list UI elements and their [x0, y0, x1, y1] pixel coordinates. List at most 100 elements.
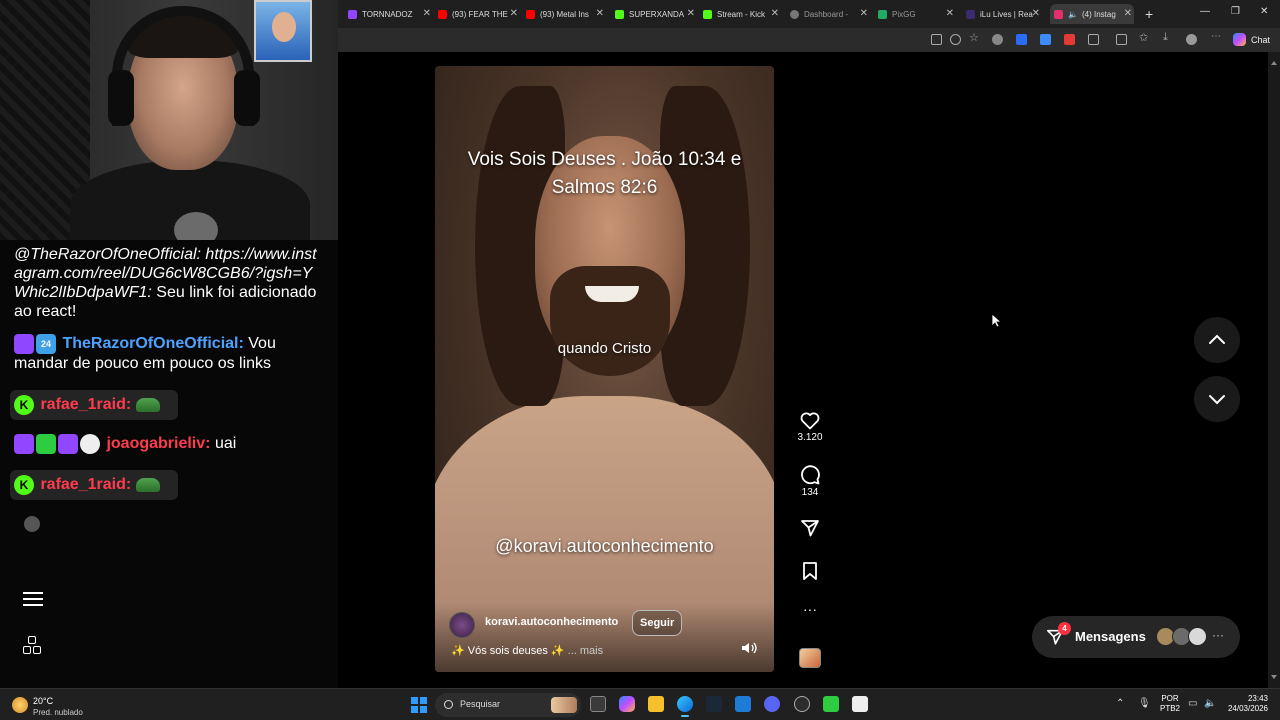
close-window-icon[interactable]: ✕	[1260, 6, 1268, 17]
favorites-icon[interactable]: ✩	[1139, 31, 1150, 44]
extension-icon[interactable]	[992, 34, 1003, 45]
bitwarden-icon[interactable]	[1016, 34, 1027, 45]
wall-poster	[254, 0, 312, 62]
comment-icon[interactable]	[800, 465, 820, 485]
notepad-icon[interactable]	[852, 696, 868, 712]
more-options-icon[interactable]: ⋯	[1211, 31, 1222, 42]
next-reel-button[interactable]	[1194, 376, 1240, 422]
screen: @TheRazorOfOneOfficial: https://www.inst…	[0, 0, 1280, 720]
browser-tab[interactable]: TORNNADOZ ✕	[348, 4, 433, 24]
browser-tab[interactable]: Stream - Kick ✕	[703, 4, 781, 24]
audio-thumbnail[interactable]	[799, 648, 821, 668]
browser-tab[interactable]: (93) FEAR THE ✕	[438, 4, 520, 24]
volume-icon[interactable]	[741, 641, 757, 655]
obs-icon[interactable]	[794, 696, 810, 712]
more-options-icon[interactable]: ···	[790, 602, 830, 616]
browser-tab-active[interactable]: 🔈 (4) Instag ✕	[1050, 4, 1134, 24]
browser-tab[interactable]: Dashboard - ✕	[790, 4, 870, 24]
task-view-icon[interactable]	[590, 696, 606, 712]
messages-button[interactable]: 4 Mensagens ···	[1032, 616, 1240, 658]
chat-avatar-icon	[24, 516, 40, 532]
copilot-chat-button[interactable]: Chat	[1233, 33, 1270, 46]
extensions-puzzle-icon[interactable]	[1088, 34, 1099, 45]
chat-username[interactable]: rafae_1raid:	[40, 476, 131, 493]
more-link[interactable]: ... mais	[568, 645, 603, 657]
profile-avatar-icon[interactable]	[1186, 34, 1197, 45]
microphone-tray-icon[interactable]: 🎙	[1138, 698, 1151, 709]
hamburger-menu-icon[interactable]	[23, 588, 43, 608]
close-tab-icon[interactable]: ✕	[687, 8, 695, 19]
close-tab-icon[interactable]: ✕	[1032, 8, 1040, 19]
weather-temperature: 20°C	[33, 696, 54, 706]
previous-reel-button[interactable]	[1194, 317, 1240, 363]
tab-label: (4) Instag	[1081, 9, 1116, 19]
browser-tab[interactable]: iLu Lives | Rea ✕	[966, 4, 1042, 24]
search-highlight-image	[551, 697, 577, 713]
follow-button[interactable]: Seguir	[632, 610, 683, 636]
pixgg-favicon-icon	[878, 9, 887, 19]
translate-icon[interactable]	[1040, 34, 1051, 45]
reel-author-avatar[interactable]	[449, 612, 475, 638]
heart-icon[interactable]	[800, 412, 820, 430]
download-icon[interactable]: ⤓	[1163, 31, 1174, 43]
windows-start-icon[interactable]	[411, 697, 427, 713]
share-action[interactable]	[790, 518, 830, 538]
video-smile	[585, 286, 639, 302]
youtube-favicon-icon	[438, 9, 447, 19]
share-send-icon[interactable]	[800, 518, 820, 538]
twitch-favicon-icon	[348, 9, 357, 19]
browser-tab[interactable]: SUPERXANDA ✕	[615, 4, 697, 24]
like-action[interactable]: 3.120	[790, 412, 830, 443]
headset-ear-right	[234, 70, 260, 126]
store-icon[interactable]	[735, 696, 751, 712]
chat-username[interactable]: rafae_1raid:	[40, 396, 131, 413]
maximize-icon[interactable]: ❐	[1231, 6, 1240, 17]
app-green-icon[interactable]	[823, 696, 839, 712]
comment-action[interactable]: 134	[790, 465, 830, 498]
reel-author-username[interactable]: koravi.autoconhecimento	[485, 616, 618, 628]
ilu-favicon-icon	[966, 9, 975, 19]
close-tab-icon[interactable]: ✕	[510, 8, 518, 19]
page-scrollbar[interactable]	[1268, 52, 1280, 688]
reel-video[interactable]: Vois Sois Deuses . João 10:34 e Salmos 8…	[435, 66, 774, 672]
browser-tab[interactable]: PixGG ✕	[878, 4, 956, 24]
chevron-up-tray-icon[interactable]: ⌃	[1116, 698, 1124, 709]
favorite-star-icon[interactable]: ☆	[969, 31, 980, 44]
weather-cloudy-icon	[12, 697, 28, 713]
bookmark-icon[interactable]	[801, 561, 819, 581]
minimize-icon[interactable]: —	[1200, 6, 1210, 17]
close-tab-icon[interactable]: ✕	[771, 8, 779, 19]
close-tab-icon[interactable]: ✕	[946, 8, 954, 19]
mouse-cursor-icon	[991, 313, 1001, 328]
close-tab-icon[interactable]: ✕	[423, 8, 431, 19]
browser-tab[interactable]: (93) Metal Ins ✕	[526, 4, 606, 24]
apps-grid-icon[interactable]	[23, 636, 43, 656]
network-icon[interactable]: ▭	[1188, 698, 1197, 709]
zoom-icon[interactable]	[950, 34, 961, 45]
chat-message-2: 24 TheRazorOfOneOfficial: Vou mandar de …	[14, 334, 324, 373]
headset-ear-left	[108, 70, 134, 126]
steam-icon[interactable]	[706, 696, 722, 712]
close-tab-icon[interactable]: ✕	[1124, 8, 1132, 19]
file-explorer-icon[interactable]	[648, 696, 664, 712]
performance-icon[interactable]	[1116, 34, 1127, 45]
twitch-icon	[14, 434, 34, 454]
pdf-icon[interactable]	[1064, 34, 1075, 45]
system-clock[interactable]: 23:43 24/03/2026	[1222, 694, 1268, 714]
keyboard-language[interactable]: POR PTB2	[1160, 694, 1180, 714]
edge-browser-icon[interactable]	[677, 696, 693, 717]
close-tab-icon[interactable]: ✕	[596, 8, 604, 19]
comment-count: 134	[801, 487, 819, 498]
app-available-icon[interactable]	[931, 34, 942, 45]
save-action[interactable]	[790, 561, 830, 581]
new-tab-button[interactable]: +	[1145, 6, 1153, 22]
volume-tray-icon[interactable]: 🔈	[1204, 698, 1216, 709]
discord-icon[interactable]	[764, 696, 780, 712]
tab-label: (93) Metal Ins	[540, 9, 589, 19]
taskbar-search[interactable]: Pesquisar	[435, 693, 581, 717]
copilot-taskbar-icon[interactable]	[619, 696, 635, 712]
chat-username[interactable]: joaogabrieliv:	[106, 435, 210, 452]
speaker-icon[interactable]: 🔈	[1068, 10, 1078, 19]
chat-username[interactable]: TheRazorOfOneOfficial:	[62, 335, 243, 352]
close-tab-icon[interactable]: ✕	[860, 8, 868, 19]
